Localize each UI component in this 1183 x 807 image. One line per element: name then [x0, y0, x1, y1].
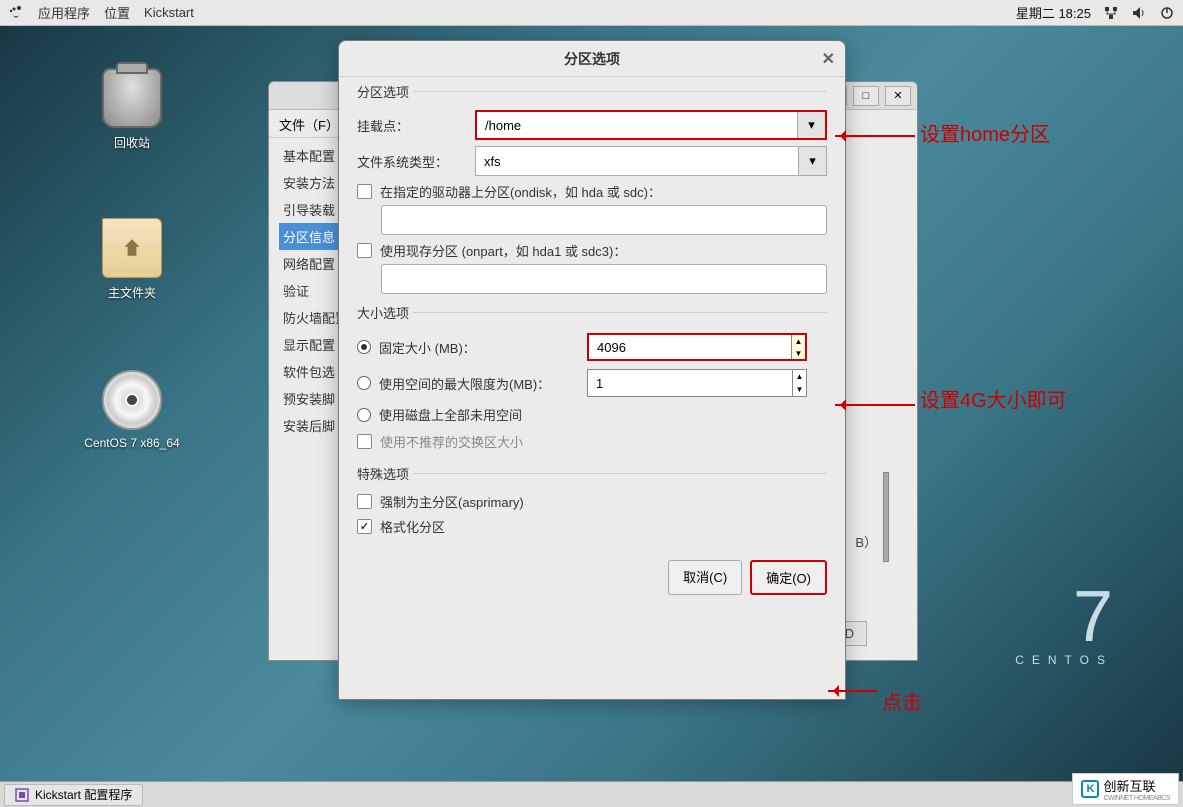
dialog-title-text: 分区选项 — [564, 49, 620, 69]
fillall-label: 使用磁盘上全部未用空间 — [379, 405, 522, 424]
cancel-button[interactable]: 取消(C) — [668, 560, 742, 595]
swaprec-label: 使用不推荐的交换区大小 — [380, 432, 523, 451]
format-label: 格式化分区 — [380, 517, 445, 536]
annotation-size: 设置4G大小即可 — [920, 384, 1067, 413]
menu-app[interactable]: Kickstart — [144, 5, 194, 20]
network-icon[interactable] — [1103, 5, 1119, 21]
fixed-size-label: 固定大小 (MB)： — [379, 338, 579, 357]
top-bar: 应用程序 位置 Kickstart 星期二 18:25 — [0, 0, 1183, 26]
onpart-checkbox[interactable] — [357, 243, 372, 258]
disc-label: CentOS 7 x86_64 — [72, 436, 192, 450]
ondisk-checkbox[interactable] — [357, 184, 372, 199]
maximize-button[interactable]: □ — [853, 86, 879, 106]
mount-label: 挂载点： — [357, 116, 467, 135]
parent-text-b: B） — [855, 532, 877, 551]
annotation-home: 设置home分区 — [920, 118, 1050, 147]
fillall-radio[interactable] — [357, 408, 371, 422]
trash-icon — [102, 68, 162, 128]
partition-fieldset: 分区选项 挂载点： ▾ 文件系统类型： ▾ 在指定的驱动器上分区(ondisk，… — [357, 91, 827, 298]
fs-type-input[interactable] — [476, 147, 798, 175]
disc-desktop-icon[interactable]: CentOS 7 x86_64 — [72, 370, 192, 450]
arrow-size — [835, 404, 915, 406]
watermark-icon: K — [1081, 780, 1099, 798]
maxsize-label: 使用空间的最大限度为(MB)： — [379, 374, 579, 393]
centos-logo: 7 CENTOS — [1015, 581, 1113, 667]
onpart-label: 使用现存分区 (onpart，如 hda1 或 sdc3)： — [380, 241, 626, 260]
special-fieldset: 特殊选项 强制为主分区(asprimary) 格式化分区 — [357, 473, 827, 544]
kickstart-icon — [15, 788, 29, 802]
taskbar-item-kickstart[interactable]: Kickstart 配置程序 — [4, 784, 143, 806]
fixed-size-input[interactable] — [589, 335, 791, 359]
volume-icon[interactable] — [1131, 5, 1147, 21]
trash-desktop-icon[interactable]: 回收站 — [72, 68, 192, 151]
power-icon[interactable] — [1159, 5, 1175, 21]
dialog-titlebar: 分区选项 ✕ — [339, 41, 845, 77]
annotation-click: 点击 — [882, 686, 922, 715]
clock[interactable]: 星期二 18:25 — [1016, 3, 1091, 22]
partition-options-dialog: 分区选项 ✕ 分区选项 挂载点： ▾ 文件系统类型： ▾ 在指定的驱动器上分区(… — [338, 40, 846, 700]
ondisk-label: 在指定的驱动器上分区(ondisk，如 hda 或 sdc)： — [380, 182, 661, 201]
fs-dropdown-icon[interactable]: ▾ — [798, 147, 826, 175]
ok-button[interactable]: 确定(O) — [750, 560, 827, 595]
gnome-icon — [8, 5, 24, 21]
size-fieldset: 大小选项 固定大小 (MB)： ▲▼ 使用空间的最大限度为(MB)： ▲▼ 使用… — [357, 312, 827, 459]
spin-up-icon[interactable]: ▲ — [791, 335, 805, 347]
format-checkbox[interactable] — [357, 519, 372, 534]
partition-legend: 分区选项 — [357, 82, 413, 101]
ondisk-input[interactable] — [381, 205, 827, 235]
dialog-buttons: 取消(C) 确定(O) — [339, 550, 845, 605]
maxsize-spinner[interactable]: ▲▼ — [587, 369, 807, 397]
mount-point-combo[interactable]: ▾ — [475, 110, 827, 140]
spin-up-icon[interactable]: ▲ — [792, 370, 806, 383]
onpart-input[interactable] — [381, 264, 827, 294]
home-label: 主文件夹 — [72, 284, 192, 301]
trash-label: 回收站 — [72, 134, 192, 151]
mount-dropdown-icon[interactable]: ▾ — [797, 112, 825, 138]
fixed-size-spinner[interactable]: ▲▼ — [587, 333, 807, 361]
watermark-sub: CWINNET HOMEABCS — [1103, 795, 1170, 802]
swaprec-checkbox — [357, 434, 372, 449]
arrow-click — [828, 690, 878, 692]
asprimary-label: 强制为主分区(asprimary) — [380, 492, 524, 511]
asprimary-checkbox[interactable] — [357, 494, 372, 509]
fs-type-combo[interactable]: ▾ — [475, 146, 827, 176]
home-folder-desktop-icon[interactable]: 主文件夹 — [72, 218, 192, 301]
arrow-home — [835, 135, 915, 137]
watermark-text: 创新互联 — [1103, 776, 1170, 795]
spin-down-icon[interactable]: ▼ — [791, 347, 805, 359]
folder-icon — [102, 218, 162, 278]
maxsize-radio[interactable] — [357, 376, 371, 390]
spin-down-icon[interactable]: ▼ — [792, 383, 806, 396]
close-button[interactable]: ✕ — [885, 86, 911, 106]
disc-icon — [102, 370, 162, 430]
size-legend: 大小选项 — [357, 303, 413, 322]
dialog-close-icon[interactable]: ✕ — [822, 49, 835, 69]
mount-point-input[interactable] — [477, 112, 797, 138]
file-menu[interactable]: 文件（F） — [279, 118, 339, 133]
taskbar-label: Kickstart 配置程序 — [35, 786, 132, 803]
fixed-size-radio[interactable] — [357, 340, 371, 354]
maxsize-input[interactable] — [588, 370, 792, 396]
taskbar: Kickstart 配置程序 — [0, 781, 1183, 807]
special-legend: 特殊选项 — [357, 464, 413, 483]
ondisk-checkbox-row[interactable]: 在指定的驱动器上分区(ondisk，如 hda 或 sdc)： — [357, 182, 827, 201]
watermark: K 创新互联 CWINNET HOMEABCS — [1072, 773, 1179, 805]
menu-applications[interactable]: 应用程序 — [38, 3, 90, 22]
parent-scrollbar[interactable] — [883, 472, 889, 562]
onpart-checkbox-row[interactable]: 使用现存分区 (onpart，如 hda1 或 sdc3)： — [357, 241, 827, 260]
menu-places[interactable]: 位置 — [104, 3, 130, 22]
fs-label: 文件系统类型： — [357, 152, 467, 171]
